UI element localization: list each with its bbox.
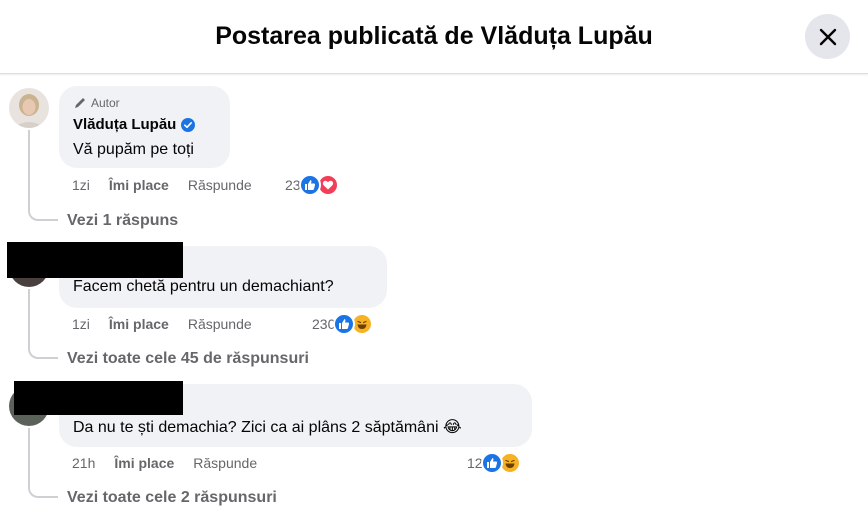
author-badge: Autor [73, 96, 120, 110]
thread-line [28, 289, 30, 319]
view-replies-link[interactable]: Vezi toate cele 45 de răspunsuri [67, 350, 309, 368]
redacted-author-name [14, 381, 183, 415]
like-icon [480, 452, 503, 474]
reaction-summary[interactable]: 230 [312, 313, 374, 335]
reaction-summary[interactable]: 12 [467, 452, 521, 474]
dialog-title: Postarea publicată de Vlăduța Lupău [215, 22, 653, 50]
thread-elbow [28, 180, 58, 221]
close-button[interactable] [805, 14, 850, 59]
reply-button[interactable]: Răspunde [193, 455, 257, 471]
like-icon [333, 313, 356, 335]
view-replies-link[interactable]: Vezi toate cele 2 răspunsuri [67, 489, 277, 507]
thread-elbow [28, 319, 58, 359]
comment-author[interactable]: Vlăduța Lupău [73, 116, 196, 133]
comment-actions: 1zi Îmi place Răspunde [72, 177, 252, 193]
comment-text: Vă pupăm pe toți [73, 141, 194, 158]
like-button[interactable]: Îmi place [109, 177, 169, 193]
comment-timestamp[interactable]: 1zi [72, 177, 90, 193]
author-name-label[interactable]: Vlăduța Lupău [73, 116, 176, 133]
close-icon [819, 28, 836, 45]
avatar[interactable] [9, 88, 49, 128]
reaction-summary[interactable]: 23 [285, 174, 339, 196]
thread-line [28, 130, 30, 180]
like-button[interactable]: Îmi place [109, 316, 169, 332]
redacted-author-name [7, 242, 183, 278]
author-tag-label: Autor [91, 96, 120, 110]
comment-bubble: Autor Vlăduța Lupău Vă pupăm pe toți [59, 86, 230, 168]
like-icon [298, 174, 321, 196]
reply-button[interactable]: Răspunde [188, 316, 252, 332]
comment-timestamp[interactable]: 21h [72, 455, 95, 471]
dialog-header: Postarea publicată de Vlăduța Lupău [0, 0, 868, 74]
verified-badge-icon [181, 117, 196, 132]
thread-elbow [28, 458, 58, 498]
view-replies-link[interactable]: Vezi 1 răspuns [67, 212, 178, 230]
pen-icon [75, 98, 85, 108]
comment-actions: 1zi Îmi place Răspunde [72, 316, 252, 332]
comment-actions: 21h Îmi place Răspunde [72, 455, 257, 471]
thread-line [28, 428, 30, 458]
reaction-count: 230 [312, 316, 336, 332]
comment-text: Da nu te ști demachia? Zici ca ai plâns … [73, 419, 462, 436]
comment-text: Facem chetă pentru un demachiant? [73, 278, 334, 295]
like-button[interactable]: Îmi place [114, 455, 174, 471]
comment-timestamp[interactable]: 1zi [72, 316, 90, 332]
reply-button[interactable]: Răspunde [188, 177, 252, 193]
